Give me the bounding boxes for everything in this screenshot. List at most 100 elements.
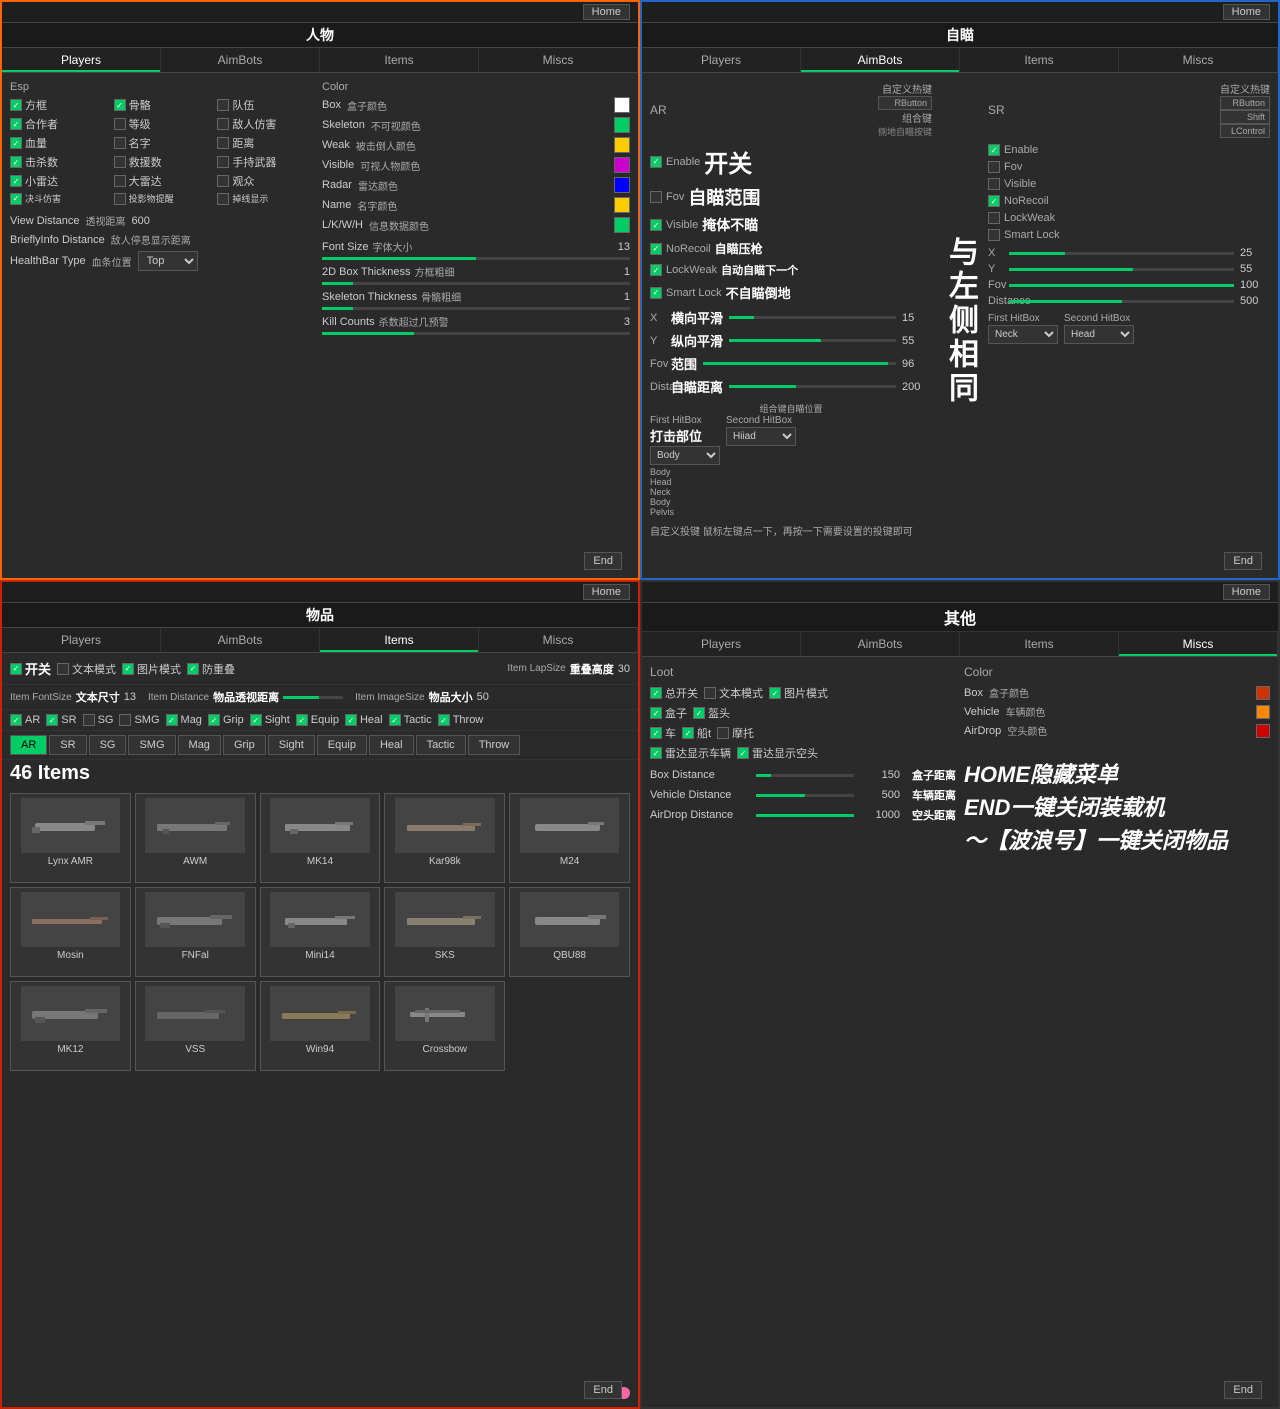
- swatch-radar[interactable]: [614, 177, 630, 193]
- cattab-sight[interactable]: Sight: [268, 735, 315, 755]
- cattab-ar[interactable]: AR: [10, 735, 47, 755]
- ar-dist-slider[interactable]: [729, 385, 896, 388]
- item-mini14[interactable]: Mini14: [260, 887, 381, 977]
- cb-smg[interactable]: SMG: [119, 714, 159, 726]
- item-mk14[interactable]: MK14: [260, 793, 381, 883]
- sr-enable-cb[interactable]: [988, 144, 1000, 156]
- cb-daleida[interactable]: 大雷达: [114, 173, 215, 189]
- cb-sr[interactable]: SR: [46, 714, 76, 726]
- cb-mingzi[interactable]: 名字: [114, 135, 215, 151]
- cb-guge[interactable]: 骨骼: [114, 97, 215, 113]
- tab-items-p4[interactable]: Items: [960, 632, 1119, 656]
- cb-fangkuang[interactable]: 方框: [10, 97, 111, 113]
- cb-xiaoleida[interactable]: 小雷达: [10, 173, 111, 189]
- tab-miscs-p2[interactable]: Miscs: [1119, 48, 1278, 72]
- cb-l-textmode[interactable]: 文本模式: [704, 685, 763, 701]
- item-win94[interactable]: Win94: [260, 981, 381, 1071]
- vehicle-dist-slider[interactable]: [756, 794, 854, 797]
- swatch-visible[interactable]: [614, 157, 630, 173]
- cb-motuo[interactable]: 摩托: [717, 725, 754, 741]
- item-sks[interactable]: SKS: [384, 887, 505, 977]
- cb-juedou[interactable]: 决斗仿害: [10, 192, 111, 205]
- sr-hitbox2-select[interactable]: Head: [1064, 325, 1134, 344]
- tab-items-p3[interactable]: Items: [320, 628, 479, 652]
- cb-l-imgmode[interactable]: 图片模式: [769, 685, 828, 701]
- cb-juli[interactable]: 距离: [217, 135, 318, 151]
- tab-miscs-p1[interactable]: Miscs: [479, 48, 638, 72]
- swatch-miscs-box[interactable]: [1256, 686, 1270, 700]
- skeletonthick-slider[interactable]: [322, 307, 630, 310]
- tab-players-p1[interactable]: Players: [2, 48, 161, 72]
- cattab-sg[interactable]: SG: [89, 735, 127, 755]
- swatch-weak[interactable]: [614, 137, 630, 153]
- swatch-miscs-vehicle[interactable]: [1256, 705, 1270, 719]
- items-imgmode[interactable]: 图片模式: [122, 661, 181, 677]
- item-m24[interactable]: M24: [509, 793, 630, 883]
- cb-grip[interactable]: Grip: [208, 714, 244, 726]
- sr-hitbox1-select[interactable]: Neck Head: [988, 325, 1058, 344]
- cb-zongkaiguan[interactable]: 总开关: [650, 685, 698, 701]
- cb-sight[interactable]: Sight: [250, 714, 290, 726]
- item-awm[interactable]: AWM: [135, 793, 256, 883]
- cb-shouchiwuqi[interactable]: 手持武器: [217, 154, 318, 170]
- items-textmode[interactable]: 文本模式: [57, 661, 116, 677]
- cb-heal[interactable]: Heal: [345, 714, 383, 726]
- tab-players-p4[interactable]: Players: [642, 632, 801, 656]
- tab-miscs-p4[interactable]: Miscs: [1119, 632, 1278, 656]
- rbtn-badge[interactable]: RButton: [878, 96, 932, 110]
- sr-x-slider[interactable]: [1009, 252, 1234, 255]
- ar-hitbox1-select[interactable]: Body Head Neck Pelvis: [650, 446, 720, 465]
- ar-y-slider[interactable]: [729, 339, 896, 342]
- cattab-sr[interactable]: SR: [49, 735, 86, 755]
- sr-shift-badge[interactable]: Shift: [1220, 110, 1270, 124]
- home-button-p1[interactable]: Home: [583, 4, 630, 20]
- cattab-throw[interactable]: Throw: [468, 735, 521, 755]
- tab-miscs-p3[interactable]: Miscs: [479, 628, 638, 652]
- cb-mag[interactable]: Mag: [166, 714, 202, 726]
- ar-smartlock-cb[interactable]: [650, 287, 662, 299]
- cb-throw[interactable]: Throw: [438, 714, 484, 726]
- item-qbu88[interactable]: QBU88: [509, 887, 630, 977]
- swatch-name[interactable]: [614, 197, 630, 213]
- ar-fov-slider[interactable]: [703, 362, 896, 365]
- ar-x-slider[interactable]: [729, 316, 896, 319]
- box-dist-slider[interactable]: [756, 774, 854, 777]
- sr-norecoil-cb[interactable]: [988, 195, 1000, 207]
- tab-aimbots-p1[interactable]: AimBots: [161, 48, 320, 72]
- tab-players-p3[interactable]: Players: [2, 628, 161, 652]
- cb-hezuozhe[interactable]: 合作者: [10, 116, 111, 132]
- item-mosin[interactable]: Mosin: [10, 887, 131, 977]
- item-vss[interactable]: VSS: [135, 981, 256, 1071]
- home-button-p3[interactable]: Home: [583, 584, 630, 600]
- ar-norecoil-cb[interactable]: [650, 243, 662, 255]
- cb-jiuyuanshu[interactable]: 救援数: [114, 154, 215, 170]
- sr-lockweak-cb[interactable]: [988, 212, 1000, 224]
- swatch-miscs-airdrop[interactable]: [1256, 724, 1270, 738]
- sr-smartlock-cb[interactable]: [988, 229, 1000, 241]
- cb-chuan[interactable]: 船t: [682, 725, 711, 741]
- sr-fov-slider[interactable]: [1009, 284, 1234, 287]
- cb-guanzhong[interactable]: 观众: [217, 173, 318, 189]
- fontsize-slider[interactable]: [322, 257, 630, 260]
- sr-fov-cb[interactable]: [988, 161, 1000, 173]
- items-antioverlap[interactable]: 防重叠: [187, 661, 235, 677]
- home-button-p4[interactable]: Home: [1223, 584, 1270, 600]
- cattab-grip[interactable]: Grip: [223, 735, 266, 755]
- cb-leidaxianshiche[interactable]: 雷达显示车辆: [650, 745, 731, 761]
- cb-kuitou[interactable]: 盔头: [693, 705, 730, 721]
- cb-che[interactable]: 车: [650, 725, 676, 741]
- cattab-mag[interactable]: Mag: [178, 735, 221, 755]
- item-lynxamr[interactable]: Lynx AMR: [10, 793, 131, 883]
- cb-equip[interactable]: Equip: [296, 714, 339, 726]
- ar-enable-cb[interactable]: [650, 156, 662, 168]
- item-mk12[interactable]: MK12: [10, 981, 131, 1071]
- tab-aimbots-p3[interactable]: AimBots: [161, 628, 320, 652]
- sr-visible-cb[interactable]: [988, 178, 1000, 190]
- cattab-tactic[interactable]: Tactic: [416, 735, 466, 755]
- sr-lcontrol-badge[interactable]: LControl: [1220, 124, 1270, 138]
- tab-aimbots-p4[interactable]: AimBots: [801, 632, 960, 656]
- cb-hezi[interactable]: 盒子: [650, 705, 687, 721]
- cb-diaoxianxianshi[interactable]: 掉线显示: [217, 192, 318, 205]
- item-fnfal[interactable]: FNFal: [135, 887, 256, 977]
- swatch-lkwh[interactable]: [614, 217, 630, 233]
